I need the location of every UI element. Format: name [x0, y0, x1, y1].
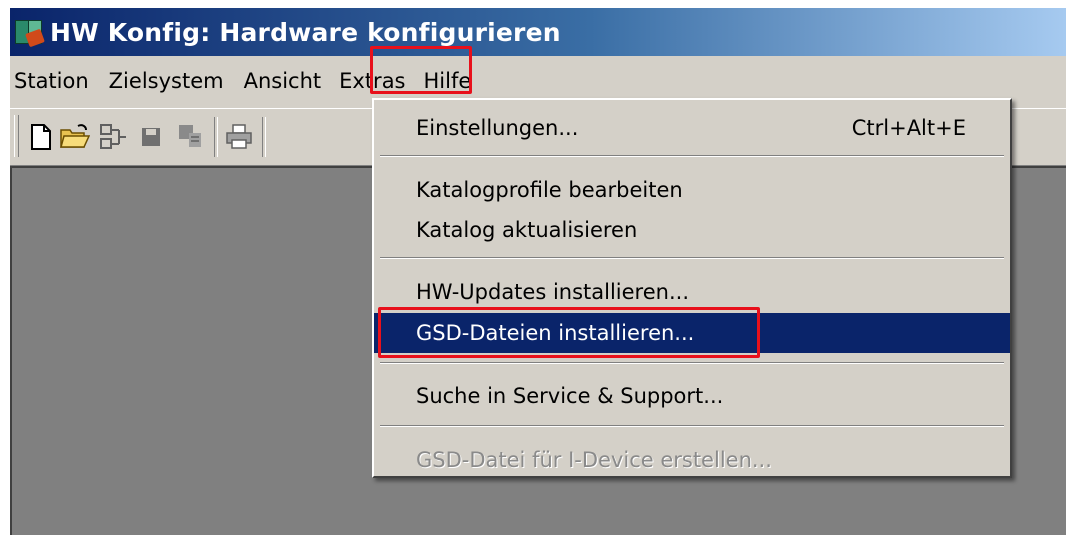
menu-item-label: Katalog aktualisieren: [416, 218, 638, 242]
open-folder-icon[interactable]: [60, 121, 90, 153]
menu-item-shortcut: Ctrl+Alt+E: [851, 116, 966, 140]
menu-item-label: HW-Updates installieren...: [416, 280, 689, 304]
menu-station[interactable]: Station: [10, 62, 99, 100]
new-document-icon[interactable]: [26, 121, 56, 153]
menu-separator: [380, 155, 1004, 157]
extras-dropdown-menu: Einstellungen... Ctrl+Alt+E Katalogprofi…: [372, 98, 1012, 478]
menu-separator: [380, 362, 1004, 364]
menu-zielsystem[interactable]: Zielsystem: [99, 62, 234, 100]
menu-item-label: Katalogprofile bearbeiten: [416, 178, 683, 202]
print-icon[interactable]: [224, 121, 254, 153]
window-title: HW Konfig: Hardware konfigurieren: [50, 17, 561, 47]
menu-bar: Station Zielsystem Ansicht Extras Hilfe: [10, 60, 1066, 102]
annotation-highlight-gsd-dateien: [378, 307, 760, 358]
annotation-highlight-extras: [370, 46, 472, 94]
menu-item-label: Einstellungen...: [416, 116, 579, 140]
menu-separator: [380, 257, 1004, 259]
menu-item-label: Suche in Service & Support...: [416, 384, 724, 408]
toolbar-separator: [214, 117, 218, 157]
menu-item-katalogprofile-bearbeiten[interactable]: Katalogprofile bearbeiten: [374, 170, 1010, 210]
menu-item-katalog-aktualisieren[interactable]: Katalog aktualisieren: [374, 210, 1010, 250]
hw-config-app-icon: [14, 17, 45, 48]
toolbar-grip[interactable]: [14, 115, 19, 157]
menu-item-einstellungen[interactable]: Einstellungen... Ctrl+Alt+E: [374, 108, 1010, 148]
compile-icon[interactable]: [176, 121, 206, 153]
menu-item-suche-in-service-support[interactable]: Suche in Service & Support...: [374, 376, 1010, 416]
toolbar-separator: [262, 117, 266, 157]
menu-item-gsd-datei-i-device-erstellen: GSD-Datei für I-Device erstellen...: [374, 440, 1010, 480]
menu-ansicht[interactable]: Ansicht: [234, 62, 332, 100]
save-icon[interactable]: [136, 121, 166, 153]
menu-item-hw-updates-installieren[interactable]: HW-Updates installieren...: [374, 272, 1010, 312]
title-bar: HW Konfig: Hardware konfigurieren: [10, 8, 1066, 56]
menu-item-label: GSD-Datei für I-Device erstellen...: [416, 448, 772, 472]
menu-separator: [380, 425, 1004, 427]
network-icon[interactable]: [98, 121, 128, 153]
